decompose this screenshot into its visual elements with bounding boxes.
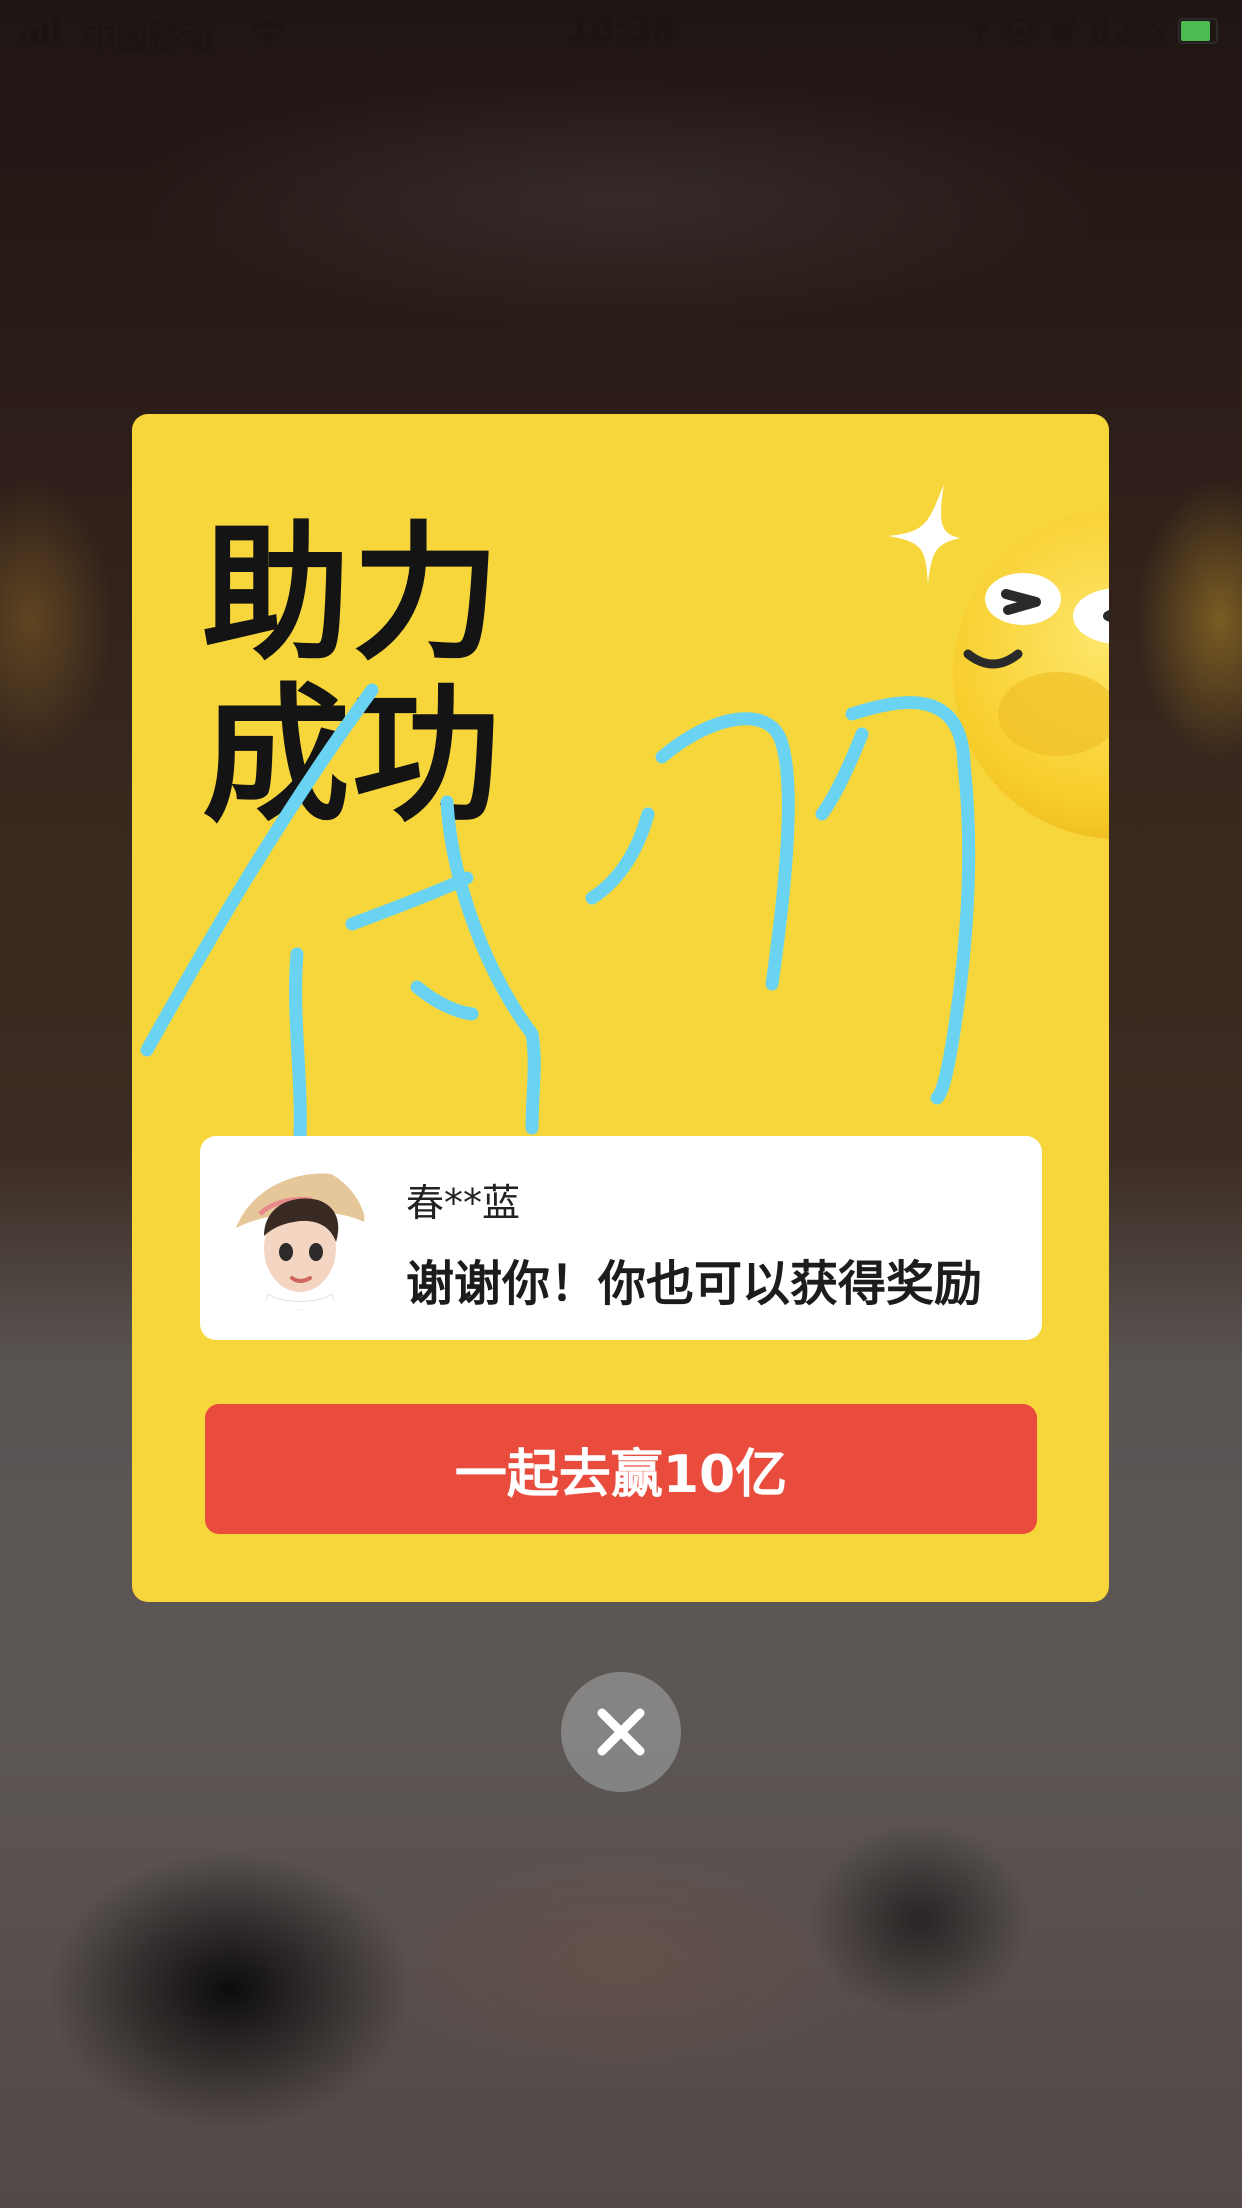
dialog-title-line-1: 助力	[202, 508, 502, 680]
orientation-lock-icon	[1007, 18, 1033, 44]
battery-percent: 82%	[1089, 12, 1166, 50]
alarm-icon	[1049, 18, 1076, 42]
message-card: 春**蓝 谢谢你！你也可以获得奖励	[200, 1136, 1042, 1340]
close-button[interactable]	[561, 1672, 681, 1792]
close-icon	[597, 1708, 645, 1756]
location-arrow-icon	[967, 19, 991, 42]
success-dialog: 助力 成功 春**蓝 谢谢你！你也可以获得奖励 一起去赢10亿	[132, 414, 1109, 1602]
dialog-title-line-2: 成功	[202, 670, 502, 842]
win-together-button[interactable]: 一起去赢10亿	[205, 1404, 1037, 1534]
battery-charging-icon	[1178, 18, 1218, 44]
sparkle-icon	[888, 484, 960, 584]
winking-emoji	[953, 509, 1109, 839]
sender-name: 春**蓝	[406, 1181, 521, 1225]
message-text: 谢谢你！你也可以获得奖励	[406, 1256, 983, 1312]
status-bar: 中国移动 10:38 82%	[0, 0, 1242, 62]
avatar	[232, 1166, 368, 1310]
status-right-icons: 82%	[963, 12, 1218, 50]
